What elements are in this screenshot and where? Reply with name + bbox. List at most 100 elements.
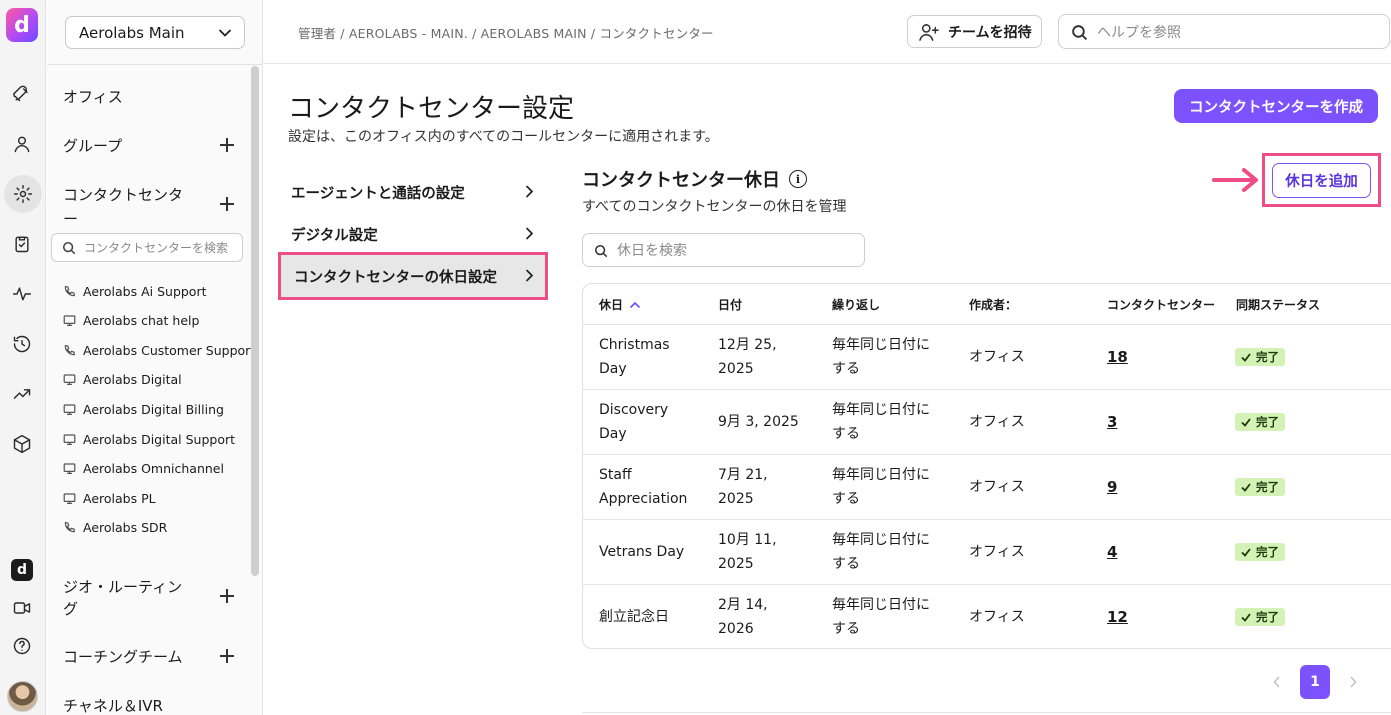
activity-icon[interactable] — [8, 280, 36, 308]
dialpad-mini-logo-icon[interactable]: d — [11, 559, 33, 581]
sidebar-contact-center-item[interactable]: Aerolabs chat help — [63, 311, 199, 331]
create-contact-center-button[interactable]: コンタクトセンターを作成 — [1174, 89, 1378, 123]
sidebar-label: グ — [63, 600, 79, 618]
monitor-icon — [63, 493, 76, 504]
monitor-icon — [63, 374, 76, 386]
status-badge: 完了 — [1235, 413, 1285, 431]
contact-center-label: Aerolabs Ai Support — [83, 283, 207, 299]
chevron-left-icon — [1273, 676, 1280, 688]
sidebar-item-coaching[interactable]: コーチングチーム — [63, 646, 183, 667]
sidebar-item-office[interactable]: オフィス — [63, 86, 123, 107]
page-number-button[interactable]: 1 — [1300, 665, 1330, 699]
holiday-date-cell: 7月 21, 2025 — [718, 467, 768, 507]
settings-gear-icon[interactable] — [4, 175, 42, 213]
add-coaching-plus-icon[interactable] — [220, 649, 234, 663]
repeat-cell: 毎年同じ日付に する — [832, 467, 930, 507]
workspace-selector[interactable]: Aerolabs Main — [65, 16, 245, 49]
holiday-name-cell: Staff Appreciation — [599, 467, 688, 507]
creator-cell: オフィス — [969, 609, 1025, 625]
table-row[interactable]: 創立記念日 2月 14, 2026 毎年同じ日付に する オフィス 12 完了 — [583, 584, 1391, 648]
sidebar-item-channel-ivr[interactable]: チャネル＆IVR — [63, 695, 163, 715]
contact-center-count-link[interactable]: 18 — [1107, 345, 1128, 369]
prev-page-button[interactable] — [1262, 665, 1292, 699]
add-contact-center-plus-icon[interactable] — [220, 197, 234, 211]
sidebar-contact-center-item[interactable]: Aerolabs Digital Billing — [63, 399, 224, 419]
section-subtitle: すべてのコンタクトセンターの休日を管理 — [582, 199, 847, 215]
status-badge: 完了 — [1235, 543, 1285, 561]
divider — [582, 712, 1391, 713]
search-icon — [1072, 25, 1088, 41]
sidebar-contact-center-item[interactable]: Aerolabs Ai Support — [63, 281, 207, 301]
table-row[interactable]: Staff Appreciation 7月 21, 2025 毎年同じ日付に する オフィス… — [583, 454, 1391, 519]
table-row[interactable]: Discovery Day 9月 3, 2025 毎年同じ日付に する オフィス 3 完了 — [583, 389, 1391, 454]
contact-center-count-link[interactable]: 12 — [1107, 605, 1128, 629]
sidebar-contact-center-item[interactable]: Aerolabs Digital — [63, 370, 182, 390]
holiday-name-cell: Discovery Day — [599, 402, 669, 442]
sidebar-item-contact-center[interactable]: コンタクトセンタ ー — [63, 184, 183, 229]
sidebar-contact-center-item[interactable]: Aerolabs PL — [63, 488, 156, 508]
invite-team-button[interactable]: チームを招待 — [907, 15, 1042, 48]
sort-ascending-icon[interactable] — [630, 301, 640, 308]
check-icon — [1241, 417, 1251, 427]
sidebar-contact-center-item[interactable]: Aerolabs Digital Support — [63, 429, 235, 449]
table-row[interactable]: Christmas Day 12月 25, 2025 毎年同じ日付に する オフィス 18 完了 — [583, 324, 1391, 389]
trending-up-icon[interactable] — [8, 380, 36, 408]
contact-center-search-input[interactable]: コンタクトセンターを検索 — [51, 233, 243, 262]
check-icon — [1241, 547, 1251, 557]
contact-center-count-link[interactable]: 4 — [1107, 540, 1117, 564]
sidebar-label: コンタクトセンタ — [63, 186, 184, 204]
sidebar-contact-center-item[interactable]: Aerolabs Omnichannel — [63, 459, 224, 479]
subnav-holiday-settings[interactable]: コンタクトセンターの休日設定 — [278, 252, 548, 300]
monitor-icon — [63, 463, 76, 475]
column-header-repeat[interactable]: 繰り返し — [832, 284, 880, 324]
column-header-date[interactable]: 日付 — [718, 284, 742, 324]
chevron-right-icon — [526, 269, 534, 282]
creator-cell: オフィス — [969, 414, 1025, 430]
clipboard-icon[interactable] — [8, 230, 36, 258]
help-search-input[interactable]: ヘルプを参照 — [1058, 14, 1390, 49]
contact-center-count-link[interactable]: 9 — [1107, 475, 1117, 499]
status-badge: 完了 — [1235, 478, 1285, 496]
subnav-digital-settings[interactable]: デジタル設定 — [278, 213, 548, 255]
contact-center-label: Aerolabs Omnichannel — [83, 461, 224, 477]
column-header-holiday[interactable]: 休日 — [599, 284, 640, 324]
sidebar-scrollbar[interactable] — [251, 66, 259, 576]
sidebar-contact-center-item[interactable]: Aerolabs SDR — [63, 518, 167, 538]
video-icon[interactable] — [8, 594, 36, 622]
cube-icon[interactable] — [8, 430, 36, 458]
workspace-name: Aerolabs Main — [79, 23, 185, 42]
user-avatar[interactable] — [7, 681, 38, 712]
holiday-date-cell: 2月 14, 2026 — [718, 597, 768, 637]
chevron-down-icon — [219, 29, 231, 37]
contact-center-count-link[interactable]: 3 — [1107, 410, 1117, 434]
column-header-creator[interactable]: 作成者： — [969, 284, 1017, 324]
column-header-contact-center[interactable]: コンタクトセンター — [1107, 284, 1215, 324]
user-icon[interactable] — [8, 130, 36, 158]
add-user-icon — [919, 24, 939, 41]
history-icon[interactable] — [8, 330, 36, 358]
help-icon[interactable] — [8, 632, 36, 660]
subnav-agent-call-settings[interactable]: エージェントと通話の設定 — [278, 171, 548, 213]
sidebar-item-geo-routing[interactable]: ジオ・ルーティン グ — [63, 576, 182, 619]
next-page-button[interactable] — [1338, 665, 1368, 699]
sidebar-label: ー — [63, 210, 79, 228]
phone-icon — [64, 285, 76, 296]
rocket-icon[interactable] — [8, 80, 36, 108]
pagination: 1 — [1262, 665, 1368, 699]
table-row[interactable]: Vetrans Day 10月 11, 2025 毎年同じ日付に する オフィス 4 完了 — [583, 519, 1391, 584]
sidebar-contact-center-item[interactable]: Aerolabs Customer Support — [63, 340, 255, 360]
chevron-right-icon — [1350, 676, 1357, 688]
dialpad-logo-icon[interactable]: d — [6, 8, 38, 42]
page-title: コンタクトセンター設定 — [288, 94, 575, 124]
breadcrumb[interactable]: 管理者 / AEROLABS - MAIN. / AEROLABS MAIN /… — [298, 23, 714, 42]
add-group-plus-icon[interactable] — [220, 138, 234, 152]
column-header-sync-status[interactable]: 同期ステータス — [1236, 284, 1320, 324]
holiday-search-input[interactable]: 休日を検索 — [582, 233, 865, 267]
add-holiday-button[interactable]: 休日を追加 — [1272, 163, 1371, 198]
info-icon[interactable]: i — [789, 170, 807, 188]
add-geo-routing-plus-icon[interactable] — [220, 589, 234, 603]
check-icon — [1241, 352, 1251, 362]
repeat-cell: 毎年同じ日付に する — [832, 402, 930, 442]
sidebar-item-groups[interactable]: グループ — [63, 135, 122, 156]
contact-center-label: Aerolabs PL — [83, 490, 156, 506]
